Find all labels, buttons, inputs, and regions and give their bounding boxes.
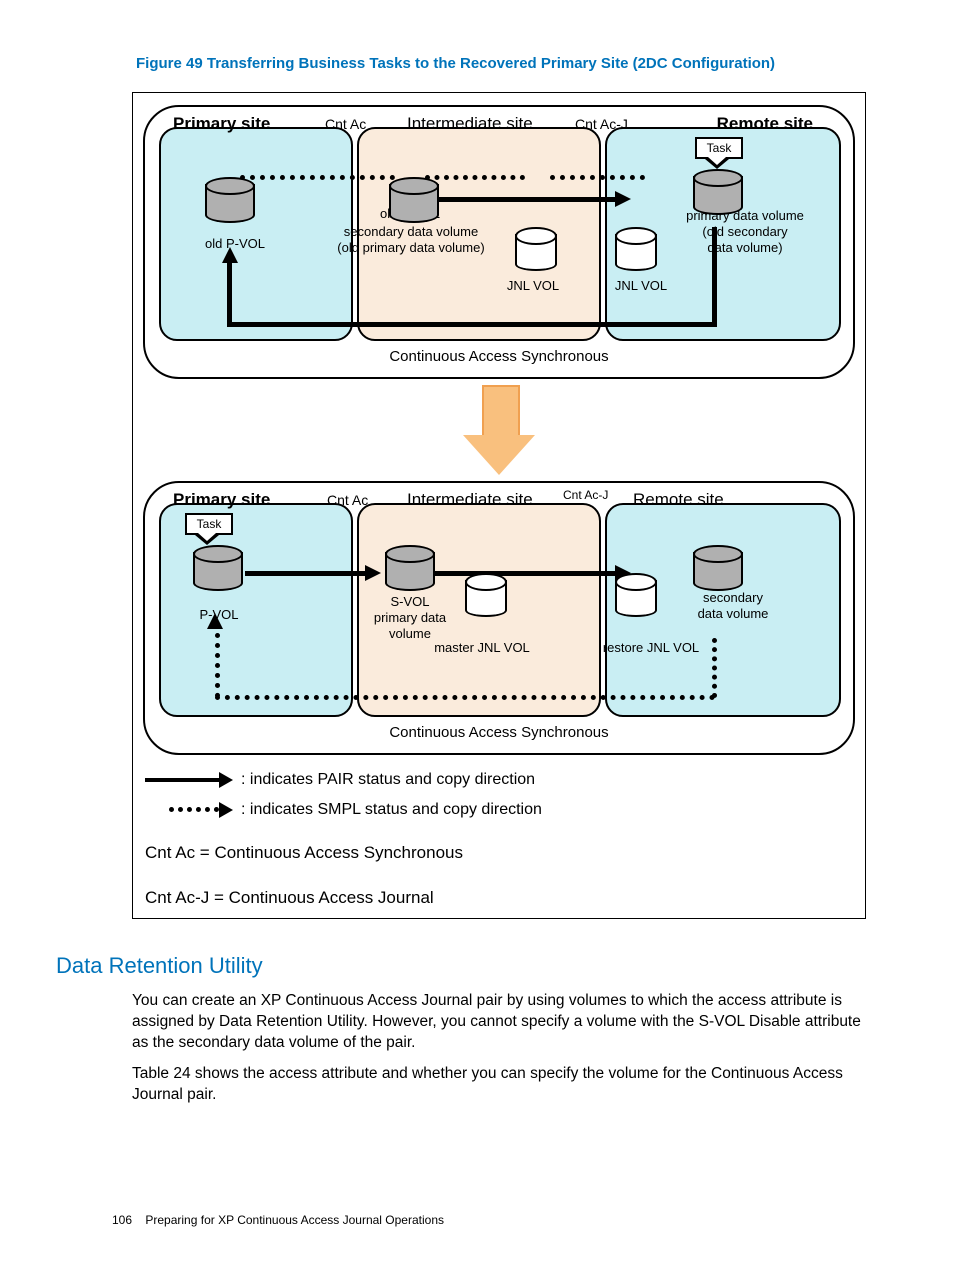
- legend-block: : indicates PAIR status and copy directi…: [145, 769, 859, 910]
- cylinder-restore-jnl: [615, 573, 657, 617]
- section-heading: Data Retention Utility: [56, 951, 898, 981]
- diagram-block: Primary site Cnt Ac Intermediate site Cn…: [132, 92, 866, 919]
- legend-cntacj: Cnt Ac-J = Continuous Access Journal: [145, 887, 859, 910]
- label-jnl-r: JNL VOL: [599, 279, 683, 294]
- label-old-sec-top: (old secondary: [665, 225, 825, 240]
- cntac-label-top: Cnt Ac: [325, 115, 366, 134]
- dotted-horiz-bot: [215, 695, 715, 700]
- chevron-down-icon: [705, 159, 729, 169]
- label-secondary-bot: secondary: [663, 591, 803, 606]
- label-jnl-l: JNL VOL: [491, 279, 575, 294]
- label-datavol-bot: data volume: [663, 607, 803, 622]
- cylinder-master-jnl: [465, 573, 507, 617]
- legend-smpl-text: : indicates SMPL status and copy directi…: [241, 799, 542, 821]
- footer-text: Preparing for XP Continuous Access Journ…: [145, 1213, 444, 1227]
- solid-arrow-bot-l: [245, 571, 365, 576]
- label-svol-bot: S-VOL: [355, 595, 465, 610]
- cylinder-remote-pvol: [693, 169, 743, 215]
- dotted-line-top-m: [425, 175, 525, 180]
- label-primary-data-bot: primary data: [355, 611, 465, 626]
- cylinder-secondary-bot: [693, 545, 743, 591]
- label-sec-data-vol: secondary data volume: [331, 225, 491, 240]
- site-primary-top: [159, 127, 353, 341]
- title-primary-top: Primary site: [173, 113, 270, 136]
- cylinder-svol-bot: [385, 545, 435, 591]
- legend-row-pair: : indicates PAIR status and copy directi…: [145, 769, 859, 791]
- cylinder-jnl-left: [515, 227, 557, 271]
- label-master-jnl-bot: master JNL VOL: [417, 641, 547, 656]
- label-pvol-bot: P-VOL: [169, 608, 269, 623]
- title-intermediate-bot: Intermediate site: [407, 489, 533, 512]
- legend-cntac: Cnt Ac = Continuous Access Synchronous: [145, 842, 859, 865]
- legend-row-smpl: : indicates SMPL status and copy directi…: [145, 799, 859, 821]
- task-box-bot: Task: [185, 513, 233, 535]
- panel-top-footer: Continuous Access Synchronous: [145, 347, 853, 367]
- paragraph-2: Table 24 shows the access attribute and …: [132, 1064, 878, 1106]
- task-box-top: Task: [695, 137, 743, 159]
- big-down-arrow-icon: [139, 385, 859, 475]
- dotted-line-top-l: [240, 175, 395, 180]
- arrow-head-icon: [615, 191, 631, 207]
- cntacj-label-top: Cnt Ac-J: [575, 115, 628, 134]
- chevron-down-icon-bot: [195, 535, 219, 545]
- label-restore-jnl-bot: restore JNL VOL: [581, 641, 721, 656]
- solid-arrow-bot-l-head: [365, 565, 381, 581]
- solid-arrow-bot-r: [435, 571, 615, 576]
- panel-top: Primary site Cnt Ac Intermediate site Cn…: [143, 105, 855, 379]
- panel-top-wrap: Primary site Cnt Ac Intermediate site Cn…: [139, 105, 859, 379]
- arrow-vert-primary-top: [227, 262, 232, 327]
- arrow-horiz-bottom-top: [227, 322, 717, 327]
- title-remote-top: Remote site: [717, 113, 813, 136]
- arrow-solid-top-inter-remote: [425, 197, 615, 202]
- cntac-label-bot: Cnt Ac: [327, 491, 368, 510]
- cylinder-old-svol: [389, 177, 439, 223]
- page-number: 106: [112, 1213, 132, 1227]
- label-old-primary: (old primary data volume): [331, 241, 491, 256]
- figure-caption: Figure 49 Transferring Business Tasks to…: [56, 54, 898, 74]
- title-intermediate-top: Intermediate site: [407, 113, 533, 136]
- dotted-line-top-r: [550, 175, 645, 180]
- legend-pair-text: : indicates PAIR status and copy directi…: [241, 769, 535, 791]
- label-old-pvol: old P-VOL: [175, 237, 295, 252]
- paragraph-1: You can create an XP Continuous Access J…: [132, 991, 878, 1054]
- panel-bottom-wrap: Primary site Cnt Ac Intermediate site Cn…: [139, 481, 859, 755]
- title-primary-bot: Primary site: [173, 489, 270, 512]
- page-footer: 106 Preparing for XP Continuous Access J…: [112, 1212, 444, 1228]
- panel-bottom: Primary site Cnt Ac Intermediate site Cn…: [143, 481, 855, 755]
- panel-bottom-footer: Continuous Access Synchronous: [145, 723, 853, 743]
- cylinder-pvol-bot: [193, 545, 243, 591]
- label-prim-data-vol-top: primary data volume: [665, 209, 825, 224]
- cylinder-old-pvol: [205, 177, 255, 223]
- legend-dotted-arrow-icon: [169, 807, 219, 812]
- dotted-vert-primary-bot: [215, 623, 220, 698]
- legend-solid-arrow-icon: [145, 778, 219, 782]
- title-remote-bot: Remote site: [633, 489, 724, 512]
- cylinder-jnl-right: [615, 227, 657, 271]
- label-data-vol-top: data volume): [665, 241, 825, 256]
- cntacj-label-bot: Cnt Ac-J: [563, 487, 608, 503]
